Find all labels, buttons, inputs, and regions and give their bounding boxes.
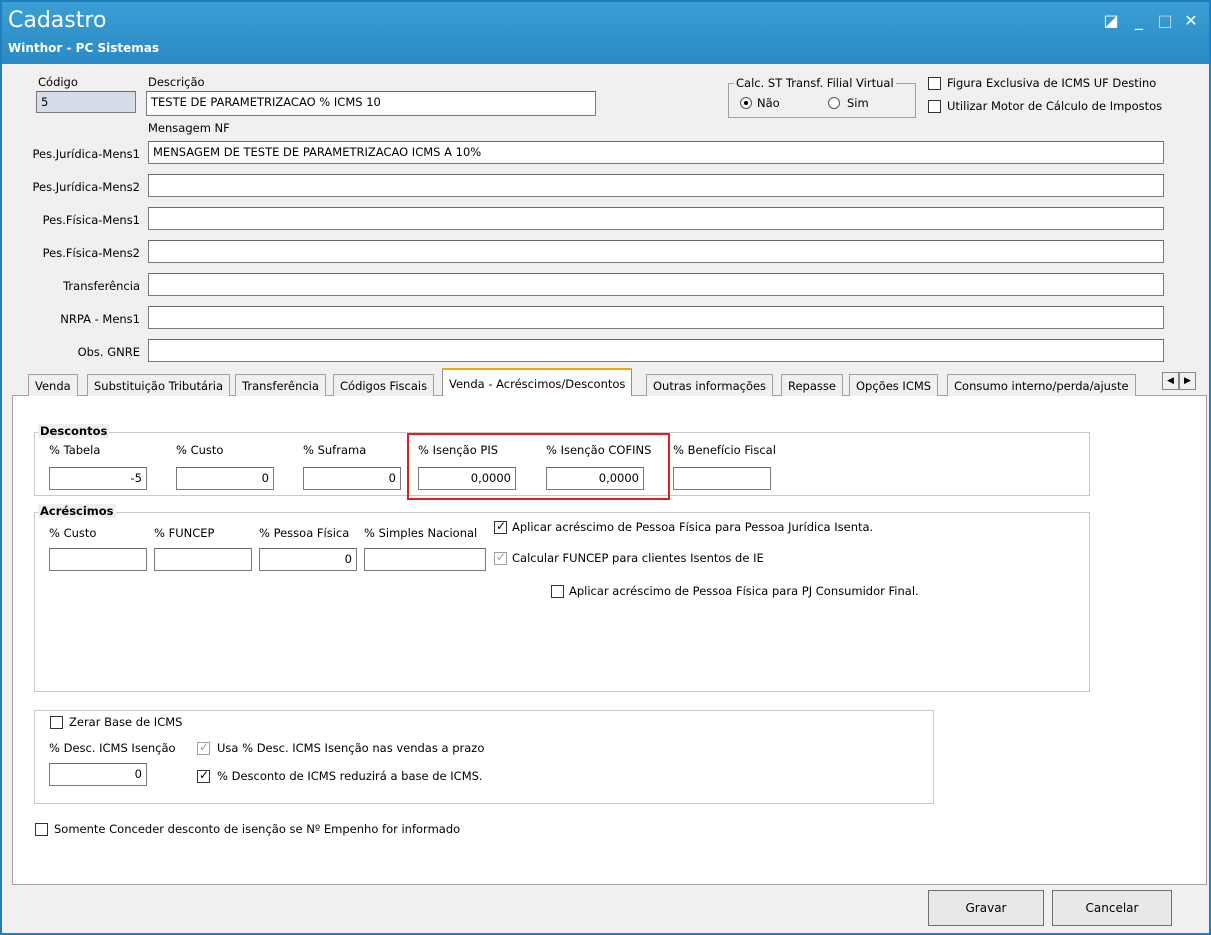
close-button[interactable]: ✕ (1179, 10, 1203, 32)
tab-strip: Venda Substituição Tributária Transferên… (12, 368, 1207, 396)
window-title: Cadastro (8, 8, 107, 33)
tab-repasse[interactable]: Repasse (781, 374, 843, 396)
restore-icon[interactable]: ◪ (1099, 10, 1123, 32)
desconto-reduzira-checkbox[interactable]: ✓ (197, 768, 210, 783)
msg-label-pf1: Pes.Física-Mens1 (42, 213, 140, 227)
radio-sim[interactable] (828, 97, 840, 109)
pessoa-fisica-input[interactable]: 0 (259, 548, 357, 571)
msg-label-obs-gnre: Obs. GNRE (77, 345, 140, 359)
usa-desc-prazo-label: Usa % Desc. ICMS Isenção nas vendas a pr… (217, 741, 485, 755)
desc-icms-isencao-input[interactable]: 0 (49, 763, 147, 786)
msg-label-pj1: Pes.Jurídica-Mens1 (32, 147, 140, 161)
msg-input-transferencia[interactable] (148, 273, 1164, 296)
desconto-custo-input[interactable]: 0 (176, 467, 274, 490)
tab-opcoes-icms[interactable]: Opções ICMS (849, 374, 939, 396)
utilizar-motor-checkbox[interactable] (928, 100, 941, 113)
simples-nacional-input[interactable] (364, 548, 486, 571)
somente-conceder-checkbox[interactable] (35, 823, 48, 836)
beneficio-fiscal-label: % Benefício Fiscal (673, 443, 776, 457)
suframa-input[interactable]: 0 (303, 467, 401, 490)
tabela-label: % Tabela (49, 443, 101, 457)
msg-input-obs-gnre[interactable] (148, 339, 1164, 362)
mensagem-nf-label: Mensagem NF (148, 121, 230, 135)
window-subtitle: Winthor - PC Sistemas (8, 41, 159, 55)
gravar-button-label: Gravar (965, 901, 1007, 915)
tab-substituicao-tributaria[interactable]: Substituição Tributária (87, 374, 231, 396)
aplicar-pf-pj-consumidor-checkbox[interactable] (551, 585, 564, 598)
figura-exclusiva-checkbox[interactable] (928, 77, 941, 90)
usa-desc-prazo-checkbox[interactable]: ✓ (197, 740, 210, 755)
highlight-box (407, 433, 670, 500)
minimize-button[interactable]: _ (1127, 10, 1151, 32)
descricao-label: Descrição (148, 75, 205, 89)
utilizar-motor-label: Utilizar Motor de Cálculo de Impostos (947, 99, 1163, 113)
calc-st-label: Calc. ST Transf. Filial Virtual (734, 76, 896, 90)
acrescimo-custo-input[interactable] (49, 548, 147, 571)
tab-scroll-left-icon[interactable]: ◀ (1162, 372, 1179, 390)
tab-transferencia[interactable]: Transferência (235, 374, 326, 396)
aplicar-pf-pj-isenta-label: Aplicar acréscimo de Pessoa Física para … (512, 520, 874, 534)
desconto-reduzira-label: % Desconto de ICMS reduzirá a base de IC… (217, 769, 483, 783)
aplicar-pf-pj-consumidor-label: Aplicar acréscimo de Pessoa Física para … (569, 584, 919, 598)
radio-sim-label: Sim (847, 96, 869, 110)
pessoa-fisica-label: % Pessoa Física (259, 526, 350, 540)
funcep-input[interactable] (154, 548, 252, 571)
calcular-funcep-checkbox[interactable]: ✓ (494, 550, 507, 565)
title-bar[interactable]: Cadastro Winthor - PC Sistemas ◪ _ □ ✕ (2, 2, 1209, 64)
codigo-label: Código (38, 75, 78, 89)
descricao-input[interactable]: TESTE DE PARAMETRIZACAO % ICMS 10 (146, 91, 596, 116)
simples-nacional-label: % Simples Nacional (364, 526, 478, 540)
radio-nao[interactable] (740, 97, 752, 109)
suframa-label: % Suframa (303, 443, 367, 457)
msg-input-nrpa[interactable] (148, 306, 1164, 329)
somente-conceder-label: Somente Conceder desconto de isenção se … (54, 822, 461, 836)
beneficio-fiscal-input[interactable] (673, 467, 771, 490)
gravar-button[interactable]: Gravar (928, 890, 1044, 926)
descontos-title: Descontos (38, 424, 110, 438)
funcep-label: % FUNCEP (154, 526, 215, 540)
tab-scroll-right-icon[interactable]: ▶ (1179, 372, 1196, 390)
msg-input-pj1[interactable]: MENSAGEM DE TESTE DE PARAMETRIZACAO ICMS… (148, 141, 1164, 164)
aplicar-pf-pj-isenta-checkbox[interactable]: ✓ (494, 519, 507, 534)
desc-icms-isencao-label: % Desc. ICMS Isenção (49, 741, 176, 755)
tab-venda-acrescimos-descontos[interactable]: Venda - Acréscimos/Descontos (442, 368, 633, 396)
maximize-button[interactable]: □ (1153, 10, 1177, 32)
msg-label-pj2: Pes.Jurídica-Mens2 (32, 180, 140, 194)
msg-input-pf2[interactable] (148, 240, 1164, 263)
msg-label-transferencia: Transferência (63, 279, 140, 293)
tab-codigos-fiscais[interactable]: Códigos Fiscais (333, 374, 435, 396)
msg-input-pj2[interactable] (148, 174, 1164, 197)
radio-nao-label: Não (757, 96, 780, 110)
acrescimos-title: Acréscimos (38, 504, 116, 518)
cancelar-button-label: Cancelar (1085, 901, 1139, 915)
cancelar-button[interactable]: Cancelar (1052, 890, 1172, 926)
tab-consumo-interno[interactable]: Consumo interno/perda/ajuste (947, 374, 1136, 396)
desconto-custo-label: % Custo (176, 443, 224, 457)
msg-input-pf1[interactable] (148, 207, 1164, 230)
tabela-input[interactable]: -5 (49, 467, 147, 490)
codigo-input[interactable]: 5 (36, 91, 136, 113)
zerar-base-checkbox[interactable] (50, 716, 63, 729)
cadastro-window: Cadastro Winthor - PC Sistemas ◪ _ □ ✕ C… (0, 0, 1211, 935)
tab-outras-informacoes[interactable]: Outras informações (646, 374, 774, 396)
msg-label-nrpa: NRPA - Mens1 (60, 312, 140, 326)
acrescimo-custo-label: % Custo (49, 526, 97, 540)
tab-venda[interactable]: Venda (28, 374, 78, 396)
figura-exclusiva-label: Figura Exclusiva de ICMS UF Destino (947, 76, 1157, 90)
msg-label-pf2: Pes.Física-Mens2 (42, 246, 140, 260)
calcular-funcep-label: Calcular FUNCEP para clientes Isentos de… (512, 551, 764, 565)
zerar-base-label: Zerar Base de ICMS (69, 715, 183, 729)
